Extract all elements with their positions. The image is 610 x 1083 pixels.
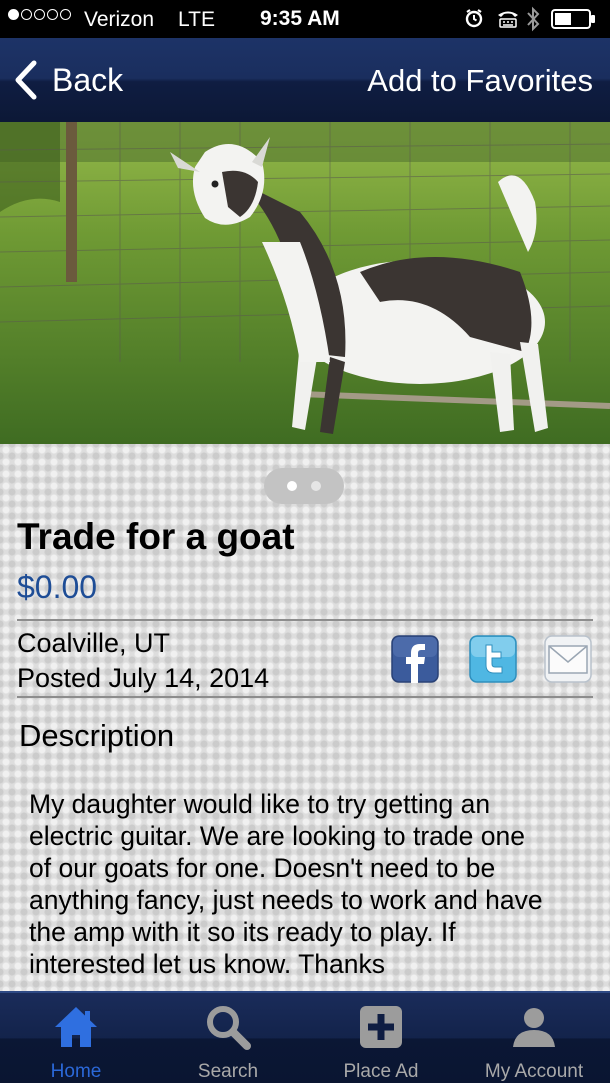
- tab-my-account[interactable]: My Account: [458, 993, 610, 1083]
- twitter-share-button[interactable]: [469, 635, 517, 683]
- tab-my-account-label: My Account: [484, 1061, 584, 1082]
- tty-icon: [498, 11, 518, 28]
- tab-place-ad[interactable]: Place Ad: [305, 993, 457, 1083]
- status-time: 9:35 AM: [260, 7, 340, 30]
- listing-title: Trade for a goat: [17, 516, 295, 557]
- page-dot-1[interactable]: [287, 481, 297, 491]
- tab-search-label: Search: [197, 1061, 259, 1082]
- back-button[interactable]: Back: [12, 56, 123, 104]
- description-line: anything fancy, just needs to work and h…: [29, 885, 543, 915]
- listing-posted-date: Posted July 14, 2014: [17, 663, 270, 693]
- facebook-share-button[interactable]: [391, 635, 439, 683]
- tab-place-ad-label: Place Ad: [343, 1061, 419, 1082]
- description-line: interested let us know. Thanks: [29, 949, 385, 979]
- description-line: My daughter would like to try getting an: [29, 789, 491, 819]
- listing-location: Coalville, UT: [17, 628, 171, 658]
- listing-photo[interactable]: [0, 122, 610, 444]
- status-bar: Verizon LTE 9:35 AM: [0, 0, 610, 38]
- description-text: My daughter would like to try getting an…: [29, 788, 599, 980]
- carrier-name: Verizon: [84, 8, 155, 31]
- description-line: electric guitar. We are looking to trade…: [29, 821, 525, 851]
- bluetooth-icon: [527, 6, 540, 32]
- description-line: the amp with it so its ready to play. If: [29, 917, 456, 947]
- search-icon: [207, 1006, 251, 1050]
- divider: [17, 619, 593, 621]
- facebook-icon: [391, 635, 439, 683]
- divider: [17, 696, 593, 698]
- email-icon: [544, 635, 592, 683]
- description-line: of our goats for one. Doesn't need to be: [29, 853, 496, 883]
- tab-home[interactable]: Home: [0, 993, 152, 1083]
- goat-photo: [0, 122, 610, 444]
- home-icon: [55, 1007, 97, 1047]
- signal-strength-icon: [8, 9, 71, 20]
- tab-search[interactable]: Search: [152, 993, 304, 1083]
- user-icon: [513, 1008, 555, 1047]
- back-label: Back: [52, 61, 124, 98]
- add-to-favorites-button[interactable]: Add to Favorites: [367, 63, 593, 99]
- plus-icon: [360, 1006, 402, 1048]
- page-dot-2[interactable]: [311, 481, 321, 491]
- alarm-icon: [465, 9, 483, 28]
- listing-details: Trade for a goat $0.00 Coalville, UT Pos…: [0, 444, 610, 991]
- tab-bar: Home Search Place Ad My Account: [0, 991, 610, 1083]
- listing-price: $0.00: [17, 569, 98, 605]
- battery-icon: [551, 9, 595, 29]
- twitter-icon: [469, 635, 517, 683]
- email-share-button[interactable]: [544, 635, 592, 683]
- network-type: LTE: [178, 8, 215, 31]
- description-heading: Description: [19, 718, 175, 753]
- chevron-left-icon: [15, 60, 37, 100]
- photo-page-indicator[interactable]: [264, 468, 344, 504]
- navigation-bar: Back Add to Favorites: [0, 38, 610, 122]
- tab-home-label: Home: [50, 1061, 102, 1082]
